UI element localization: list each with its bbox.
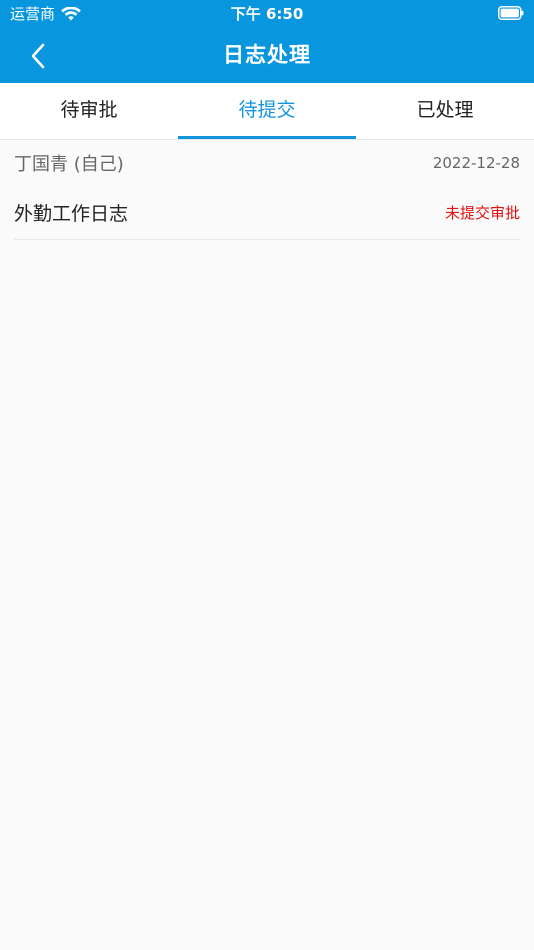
battery-icon	[498, 6, 524, 20]
status-time: 下午 6:50	[230, 5, 304, 23]
tab-processed[interactable]: 已处理	[356, 83, 534, 139]
item-title: 外勤工作日志	[14, 203, 129, 225]
tab-pending-approval[interactable]: 待审批	[0, 83, 178, 139]
nav-bar: 日志处理	[0, 28, 534, 83]
divider	[14, 239, 520, 240]
item-date: 2022-12-28	[432, 154, 520, 172]
page-title: 日志处理	[223, 43, 311, 67]
list-item[interactable]: 丁国青 (自己) 2022-12-28 外勤工作日志 未提交审批	[0, 140, 534, 240]
status-badge: 未提交审批	[444, 204, 520, 222]
item-person: 丁国青 (自己)	[14, 154, 124, 175]
status-bar: 运营商 下午 6:50	[0, 0, 534, 28]
tab-bar: 待审批 待提交 已处理	[0, 83, 534, 140]
tab-pending-submission[interactable]: 待提交	[178, 83, 356, 139]
app-header: 运营商 下午 6:50 日志处理	[0, 0, 534, 83]
